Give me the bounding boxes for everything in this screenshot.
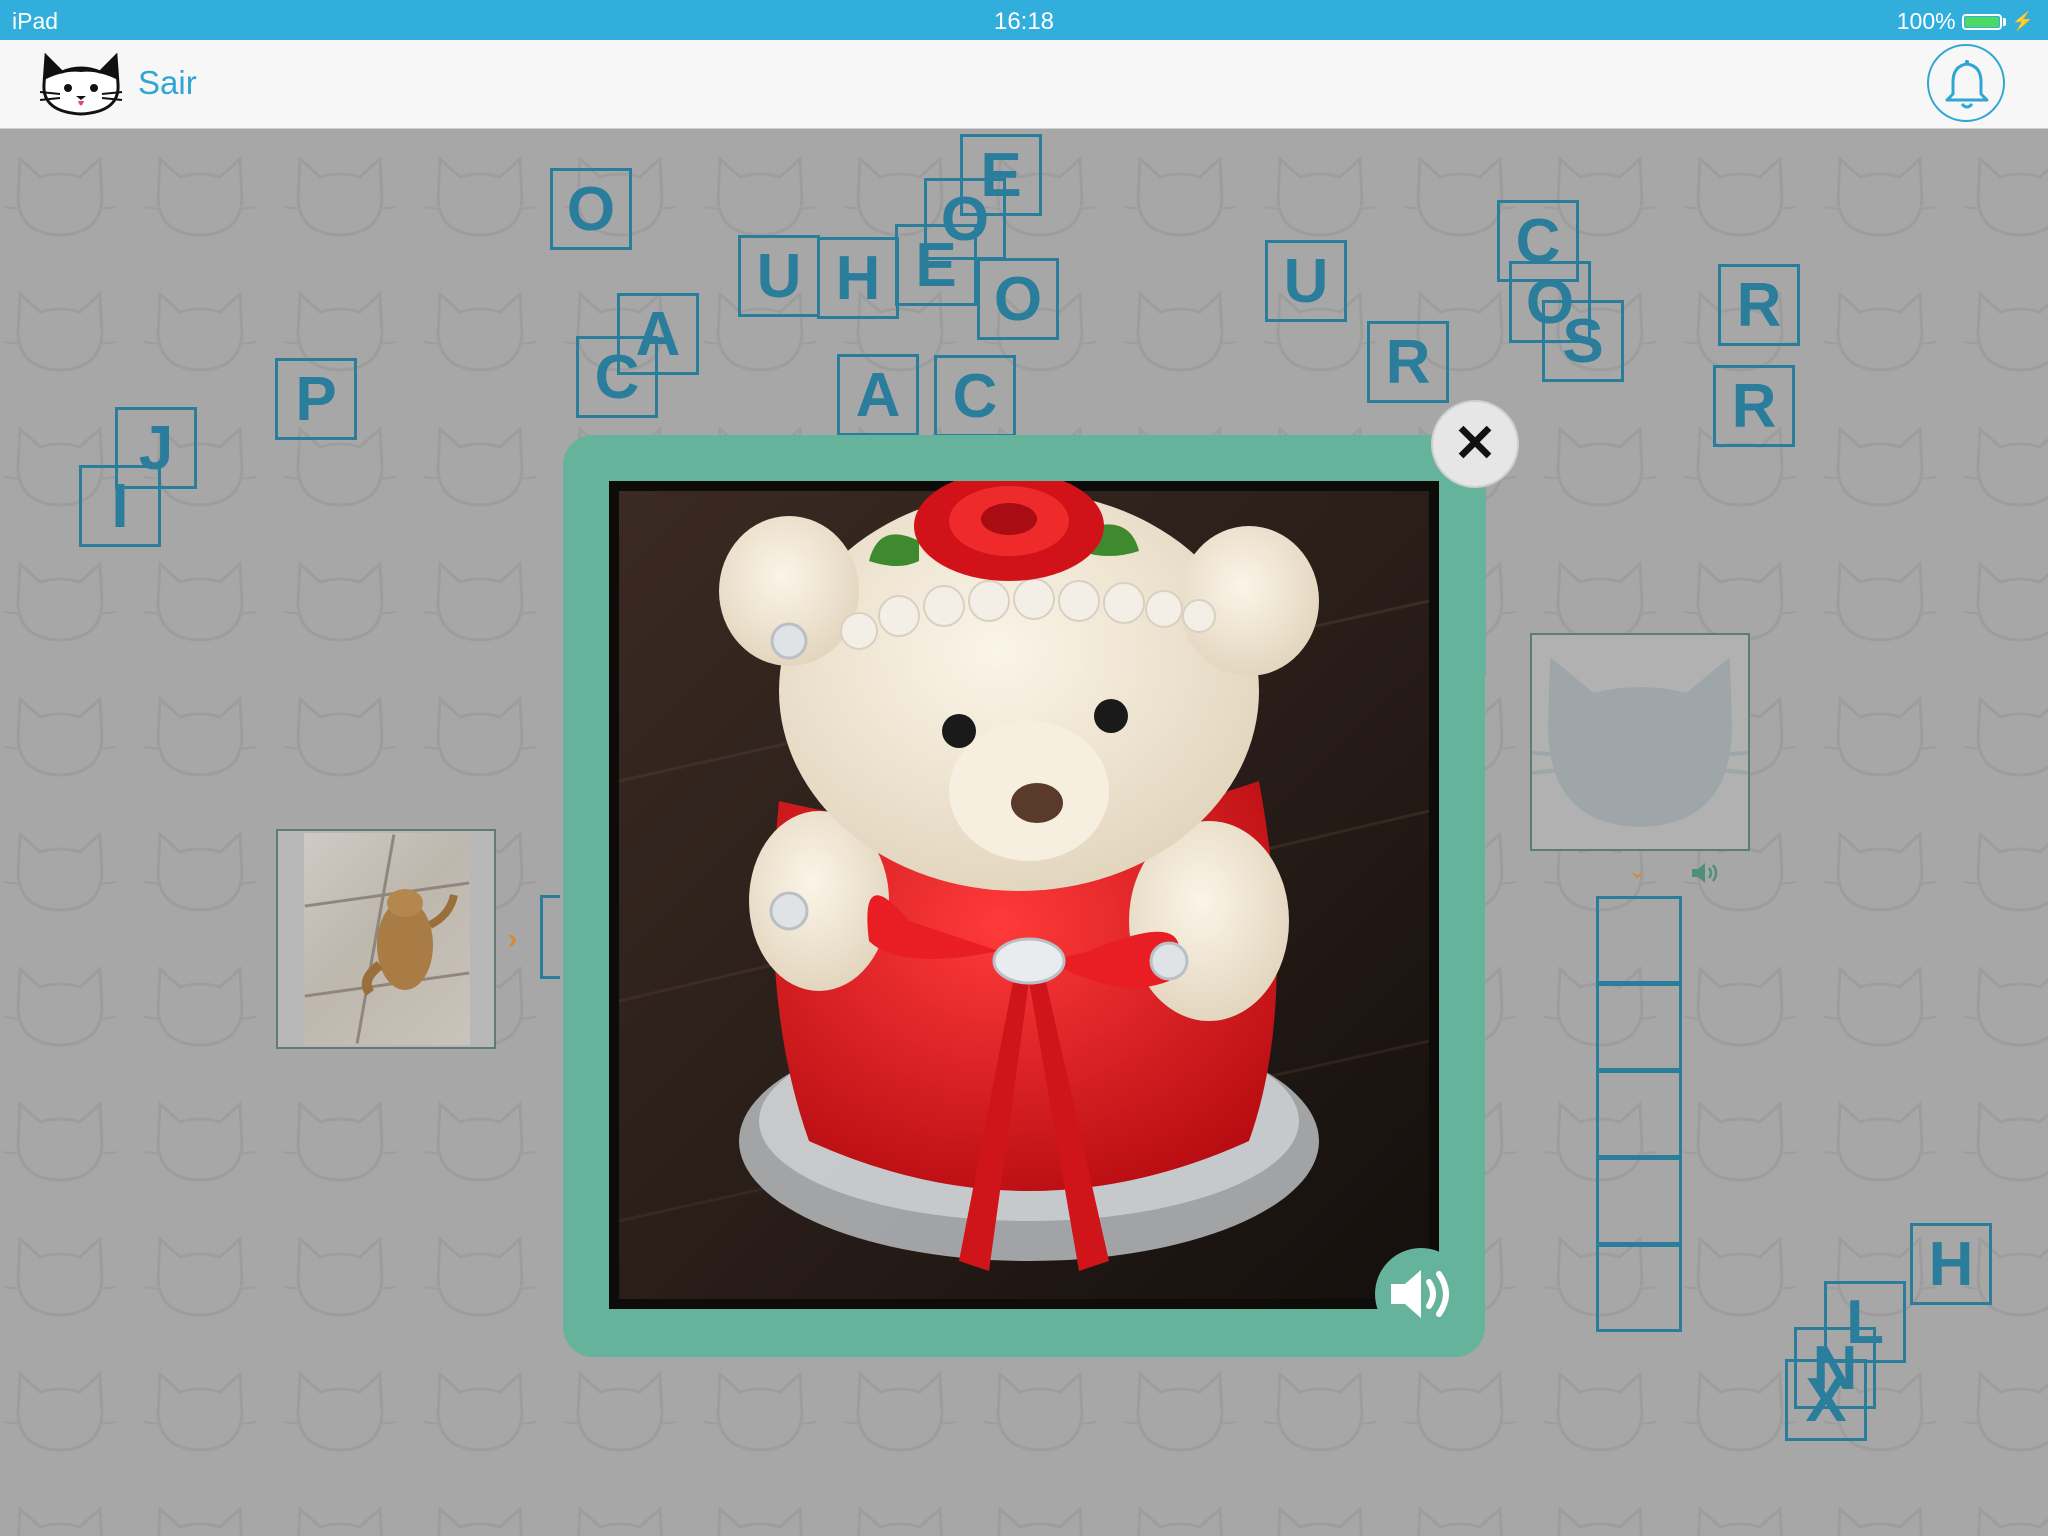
answer-slot[interactable] xyxy=(1596,1244,1682,1332)
cat-photo xyxy=(304,833,470,1045)
letter-tile[interactable]: E xyxy=(895,224,977,306)
letter-tile[interactable]: H xyxy=(817,237,899,319)
teddy-bear-image xyxy=(618,481,1430,1299)
letter-tile[interactable]: C xyxy=(1497,200,1579,282)
bell-icon xyxy=(1945,60,1989,109)
letter-tile[interactable]: O xyxy=(550,168,632,250)
chevron-down-icon[interactable]: ⌄ xyxy=(1628,858,1646,884)
speaker-small-icon[interactable] xyxy=(1690,860,1722,886)
puzzle-thumbnail[interactable] xyxy=(276,829,496,1049)
cat-logo-icon xyxy=(39,52,123,116)
letter-tile[interactable]: A xyxy=(617,293,699,375)
notification-button[interactable] xyxy=(1927,44,2005,122)
answer-slot[interactable] xyxy=(1596,983,1682,1071)
exit-button[interactable]: Sair xyxy=(138,64,197,102)
answer-slot[interactable] xyxy=(1596,1070,1682,1158)
modal-image xyxy=(609,481,1439,1309)
cat-silhouette-icon xyxy=(1531,657,1749,827)
letter-tile[interactable]: S xyxy=(1542,300,1624,382)
status-bar: iPad 16:18 100% ⚡ xyxy=(0,0,2048,40)
letter-tile[interactable]: O xyxy=(977,258,1059,340)
letter-tile[interactable]: C xyxy=(934,355,1016,437)
letter-tile[interactable]: E xyxy=(960,134,1042,216)
letter-tile[interactable]: R xyxy=(1718,264,1800,346)
letter-slot xyxy=(540,895,560,979)
letter-tile[interactable]: R xyxy=(1367,321,1449,403)
answer-slot[interactable] xyxy=(1596,896,1682,984)
close-button[interactable]: ✕ xyxy=(1431,400,1519,488)
answer-slot[interactable] xyxy=(1596,1157,1682,1245)
battery-icon xyxy=(1961,13,2002,30)
letter-tile[interactable]: A xyxy=(837,354,919,436)
hidden-image-placeholder xyxy=(1530,633,1750,851)
battery-status: 100% ⚡ xyxy=(1897,8,2034,35)
letter-tile[interactable]: H xyxy=(1910,1223,1992,1305)
nav-bar: Sair xyxy=(0,40,2048,129)
chevron-right-icon[interactable]: › xyxy=(508,923,517,955)
speaker-icon xyxy=(1391,1270,1449,1318)
letter-tile[interactable]: X xyxy=(1785,1359,1867,1441)
charging-icon: ⚡ xyxy=(2011,11,2034,31)
close-icon: ✕ xyxy=(1453,415,1497,473)
letter-tile[interactable]: U xyxy=(738,235,820,317)
letter-tile[interactable]: P xyxy=(275,358,357,440)
letter-tile[interactable]: R xyxy=(1713,365,1795,447)
letter-tile[interactable]: U xyxy=(1265,240,1347,322)
letter-tile[interactable]: I xyxy=(79,465,161,547)
play-audio-button[interactable] xyxy=(1375,1248,1467,1340)
clock: 16:18 xyxy=(993,8,1055,35)
battery-percent: 100% xyxy=(1896,8,1956,34)
